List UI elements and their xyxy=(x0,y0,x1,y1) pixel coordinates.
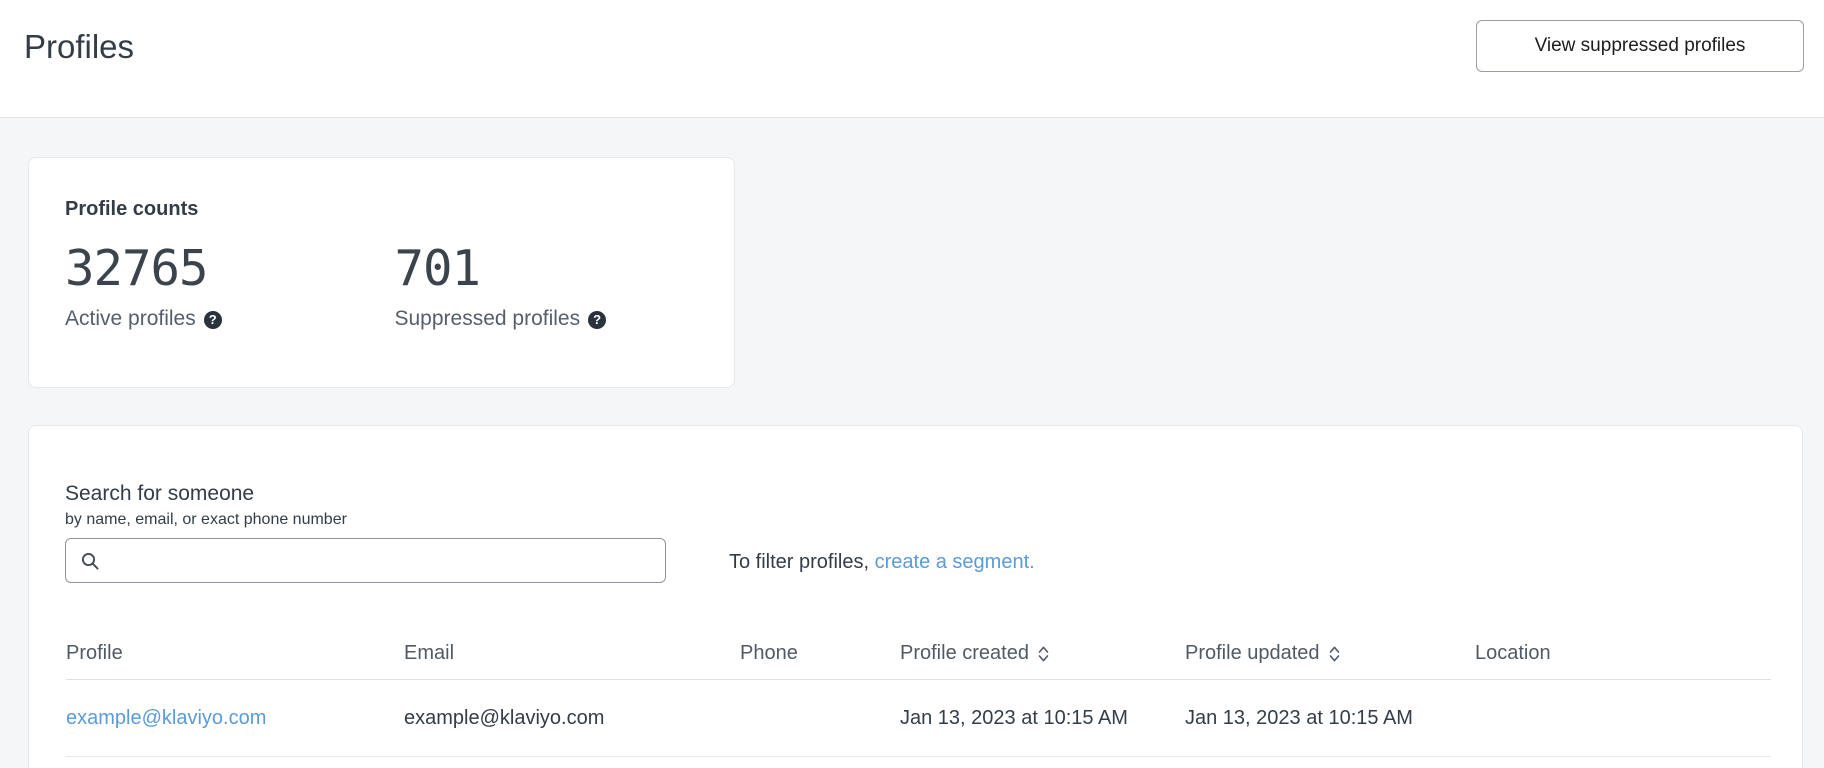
sort-chevron-updown-icon[interactable] xyxy=(1328,645,1341,663)
suppressed-profiles-value: 701 xyxy=(395,238,725,300)
page-header: Profiles View suppressed profiles xyxy=(0,0,1824,118)
column-header-email-label: Email xyxy=(404,642,454,665)
column-header-profile-created-label: Profile created xyxy=(900,642,1029,665)
column-header-phone-label: Phone xyxy=(740,642,798,665)
profiles-table-card: Search for someone by name, email, or ex… xyxy=(28,425,1803,768)
sort-chevron-updown-icon[interactable] xyxy=(1037,645,1050,663)
profiles-page: Profiles View suppressed profiles Profil… xyxy=(0,0,1824,768)
column-header-profile-updated-label: Profile updated xyxy=(1185,642,1320,665)
cell-profile: example@klaviyo.com xyxy=(66,680,404,757)
table-header-row: Profile Email Phone xyxy=(66,642,1771,680)
column-header-profile-label: Profile xyxy=(66,642,123,665)
column-header-location: Location xyxy=(1475,642,1771,680)
question-mark-circle-icon[interactable]: ? xyxy=(204,311,222,329)
table-row[interactable]: example@klaviyo.com example@klaviyo.com … xyxy=(66,680,1771,757)
active-profiles-value: 32765 xyxy=(65,238,395,300)
active-profiles-label-row: Active profiles ? xyxy=(65,306,395,332)
table-body: example@klaviyo.com example@klaviyo.com … xyxy=(66,680,1771,757)
search-box[interactable] xyxy=(65,538,666,583)
profile-counts-metrics: 32765 Active profiles ? 701 Suppressed p… xyxy=(65,238,724,332)
question-mark-circle-icon[interactable]: ? xyxy=(588,311,606,329)
search-subheading: by name, email, or exact phone number xyxy=(65,510,347,530)
metric-suppressed-profiles: 701 Suppressed profiles ? xyxy=(395,238,725,332)
column-header-profile-updated[interactable]: Profile updated xyxy=(1185,642,1475,680)
create-a-segment-link[interactable]: create a segment. xyxy=(875,551,1035,573)
table-header: Profile Email Phone xyxy=(66,642,1771,680)
column-header-profile-created[interactable]: Profile created xyxy=(900,642,1185,680)
view-suppressed-profiles-button[interactable]: View suppressed profiles xyxy=(1476,20,1804,72)
cell-profile-updated: Jan 13, 2023 at 10:15 AM xyxy=(1185,680,1475,757)
profile-counts-title: Profile counts xyxy=(65,197,198,221)
cell-email: example@klaviyo.com xyxy=(404,680,740,757)
metric-active-profiles: 32765 Active profiles ? xyxy=(65,238,395,332)
search-icon xyxy=(80,551,100,571)
filter-profiles-note: To filter profiles, create a segment. xyxy=(729,549,1035,575)
filter-note-text: To filter profiles, xyxy=(729,551,875,573)
search-heading: Search for someone xyxy=(65,481,254,507)
search-input[interactable] xyxy=(108,540,655,581)
profiles-table: Profile Email Phone xyxy=(66,642,1771,757)
page-title: Profiles xyxy=(24,27,134,67)
column-header-profile: Profile xyxy=(66,642,404,680)
suppressed-profiles-label: Suppressed profiles xyxy=(395,306,581,332)
profile-link[interactable]: example@klaviyo.com xyxy=(66,707,266,729)
cell-profile-created: Jan 13, 2023 at 10:15 AM xyxy=(900,680,1185,757)
suppressed-profiles-label-row: Suppressed profiles ? xyxy=(395,306,725,332)
profile-counts-card: Profile counts 32765 Active profiles ? 7… xyxy=(28,157,735,388)
column-header-location-label: Location xyxy=(1475,642,1551,665)
column-header-phone: Phone xyxy=(740,642,900,680)
column-header-email: Email xyxy=(404,642,740,680)
active-profiles-label: Active profiles xyxy=(65,306,196,332)
cell-location xyxy=(1475,680,1771,757)
cell-phone xyxy=(740,680,900,757)
